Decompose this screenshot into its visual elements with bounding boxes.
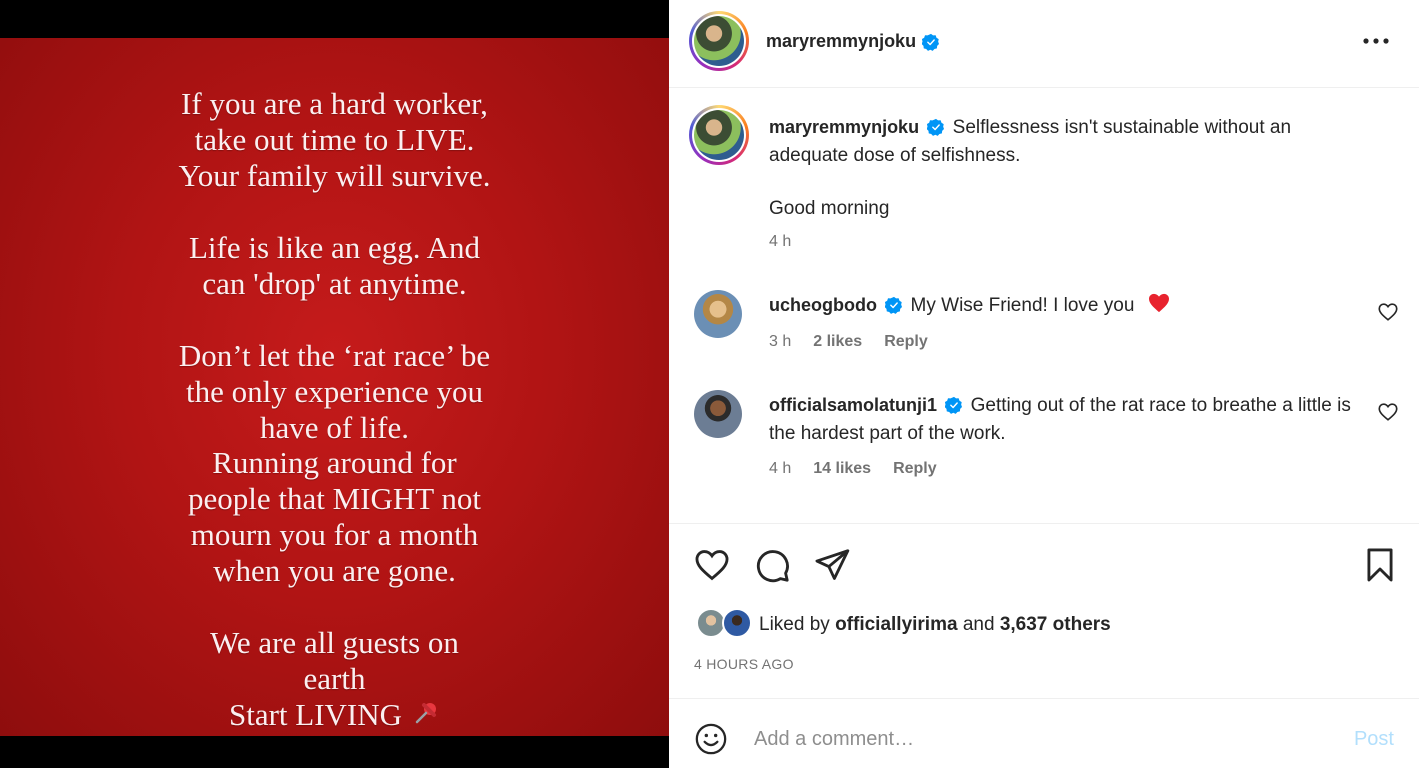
quote-block-3: Don’t let the ‘rat race’ be the only exp…	[0, 338, 669, 589]
post-comment-button[interactable]: Post	[1354, 728, 1394, 751]
timestamp[interactable]: 4 h	[769, 233, 791, 251]
quote-line: the only experience you	[186, 373, 483, 409]
caption-greeting: Good morning	[769, 198, 890, 219]
quote-line: when you are gone.	[213, 552, 456, 588]
commenter-avatar[interactable]	[694, 290, 742, 338]
quote-line: mourn you for a month	[190, 516, 479, 552]
author-avatar[interactable]	[689, 11, 749, 71]
quote-line: Start LIVING	[228, 696, 403, 732]
reply-button[interactable]: Reply	[893, 460, 937, 478]
caption-text: maryremmynjoku Selflessness isn't sustai…	[769, 113, 1369, 170]
quote-line: We are all guests on	[210, 625, 459, 660]
liked-by-text: Liked by officiallyirima and 3,637 other…	[759, 614, 1111, 636]
verified-badge-icon	[926, 117, 945, 136]
quote-line: Don’t let the ‘rat race’ be	[178, 338, 491, 373]
comment-timestamp[interactable]: 3 h	[769, 333, 791, 351]
quote-line: people that MIGHT not	[187, 481, 482, 517]
avatar-photo	[694, 110, 744, 160]
quote-line: Running around for	[212, 445, 457, 481]
comment-bubble-icon[interactable]	[753, 546, 791, 584]
quote-line: Life is like an egg. And	[189, 230, 480, 265]
quote-line: have of life.	[260, 409, 409, 445]
share-paper-plane-icon[interactable]	[813, 546, 851, 584]
commenter-username[interactable]: ucheogbodo	[769, 295, 877, 315]
post-media: If you are a hard worker, take out time …	[0, 0, 669, 768]
add-comment-bar: Post	[669, 700, 1419, 768]
liker-avatars[interactable]	[696, 608, 752, 640]
verified-badge-icon	[884, 295, 903, 314]
comment-text: ucheogbodo My Wise Friend! I love you	[769, 291, 1369, 322]
more-options-icon[interactable]	[1361, 28, 1391, 54]
like-heart-icon[interactable]	[693, 546, 731, 584]
emoji-smiley-icon[interactable]	[694, 722, 728, 756]
comment-like-heart-icon[interactable]	[1377, 301, 1399, 323]
quote-line: can 'drop' at anytime.	[202, 265, 467, 301]
comment-timestamp[interactable]: 4 h	[769, 460, 791, 478]
comment-input[interactable]	[754, 722, 1314, 756]
avatar-photo	[694, 16, 744, 66]
comment-likes-count[interactable]: 14 likes	[813, 460, 871, 478]
quote-image[interactable]: If you are a hard worker, take out time …	[0, 38, 669, 736]
caption-timestamp: 4 h	[769, 233, 791, 251]
verified-badge-icon	[944, 395, 963, 414]
reply-button[interactable]: Reply	[884, 333, 928, 351]
post-timestamp[interactable]: 4 HOURS AGO	[694, 656, 794, 672]
caption-author-avatar[interactable]	[689, 105, 749, 165]
post-details-panel: maryremmynjoku maryremmynjoku Selflessne…	[669, 0, 1419, 768]
liked-by-and: and	[962, 614, 995, 635]
comment-like-heart-icon[interactable]	[1377, 401, 1399, 423]
quote-block-4: We are all guests on earth Start LIVING	[0, 625, 669, 736]
post-actions-section: Liked by officiallyirima and 3,637 other…	[669, 523, 1419, 699]
author-username[interactable]: maryremmynjoku	[766, 31, 916, 52]
quote-line: earth	[303, 660, 366, 696]
comment-body: My Wise Friend! I love you	[910, 295, 1135, 316]
liker-avatar	[722, 608, 752, 638]
caption-username[interactable]: maryremmynjoku	[769, 117, 919, 137]
quote-block-2: Life is like an egg. And can 'drop' at a…	[0, 230, 669, 302]
pushpin-icon	[410, 699, 440, 737]
quote-line: Your family will survive.	[178, 157, 491, 193]
comments-section[interactable]: maryremmynjoku Selflessness isn't sustai…	[669, 89, 1419, 523]
comment-likes-count[interactable]: 2 likes	[813, 333, 862, 351]
save-bookmark-icon[interactable]	[1361, 546, 1399, 584]
commenter-username[interactable]: officialsamolatunji1	[769, 395, 937, 415]
quote-line-last: Start LIVING	[0, 697, 669, 737]
likes-others-count[interactable]: 3,637 others	[1000, 614, 1111, 635]
liked-by-username[interactable]: officiallyirima	[835, 614, 958, 635]
quote-block-1: If you are a hard worker, take out time …	[0, 86, 669, 193]
post-header: maryremmynjoku	[669, 0, 1419, 88]
verified-badge-icon	[921, 33, 940, 51]
author-name-row: maryremmynjoku	[766, 31, 940, 52]
comment-text: officialsamolatunji1 Getting out of the …	[769, 391, 1369, 448]
comment-meta: 3 h 2 likes Reply	[769, 333, 928, 351]
quote-line: take out time to LIVE.	[194, 121, 475, 157]
liked-by-prefix: Liked by	[759, 614, 830, 635]
quote-line: If you are a hard worker,	[181, 86, 488, 121]
red-heart-emoji-icon	[1148, 293, 1170, 322]
commenter-avatar[interactable]	[694, 390, 742, 438]
comment-meta: 4 h 14 likes Reply	[769, 460, 937, 478]
